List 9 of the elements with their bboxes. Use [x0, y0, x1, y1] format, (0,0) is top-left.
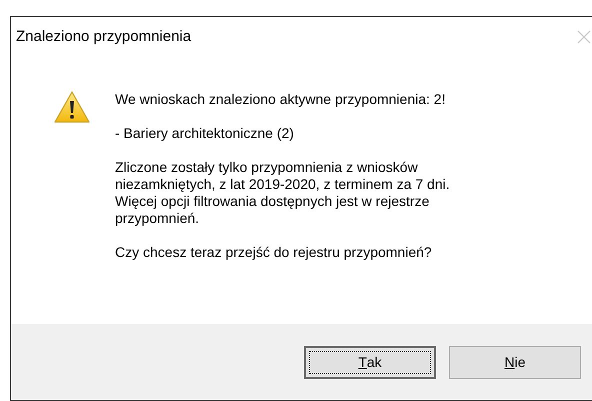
- dialog-button[interactable]: Tak: [304, 346, 436, 378]
- message-text: Czy chcesz teraz przejść do rejestru przypomnień?: [115, 244, 433, 261]
- warning-icon: [54, 91, 90, 123]
- message-text: Zliczone zostały tylko przypomnienia z wniosków niezamkniętych, z lat 2019-2020, z terminem za 7 dni. Więcej opcji filtrowania dostępnych jest w rejestrze przypomnień.: [115, 159, 450, 227]
- window-title: Znaleziono przypomnienia: [16, 26, 192, 47]
- message-text: We wnioskach znaleziono aktywne przypomnienia: 2!: [115, 91, 446, 108]
- close-icon[interactable]: [577, 30, 591, 44]
- message-text: - Bariery architektoniczne (2): [115, 125, 295, 142]
- dialog-button[interactable]: Nie: [449, 346, 581, 378]
